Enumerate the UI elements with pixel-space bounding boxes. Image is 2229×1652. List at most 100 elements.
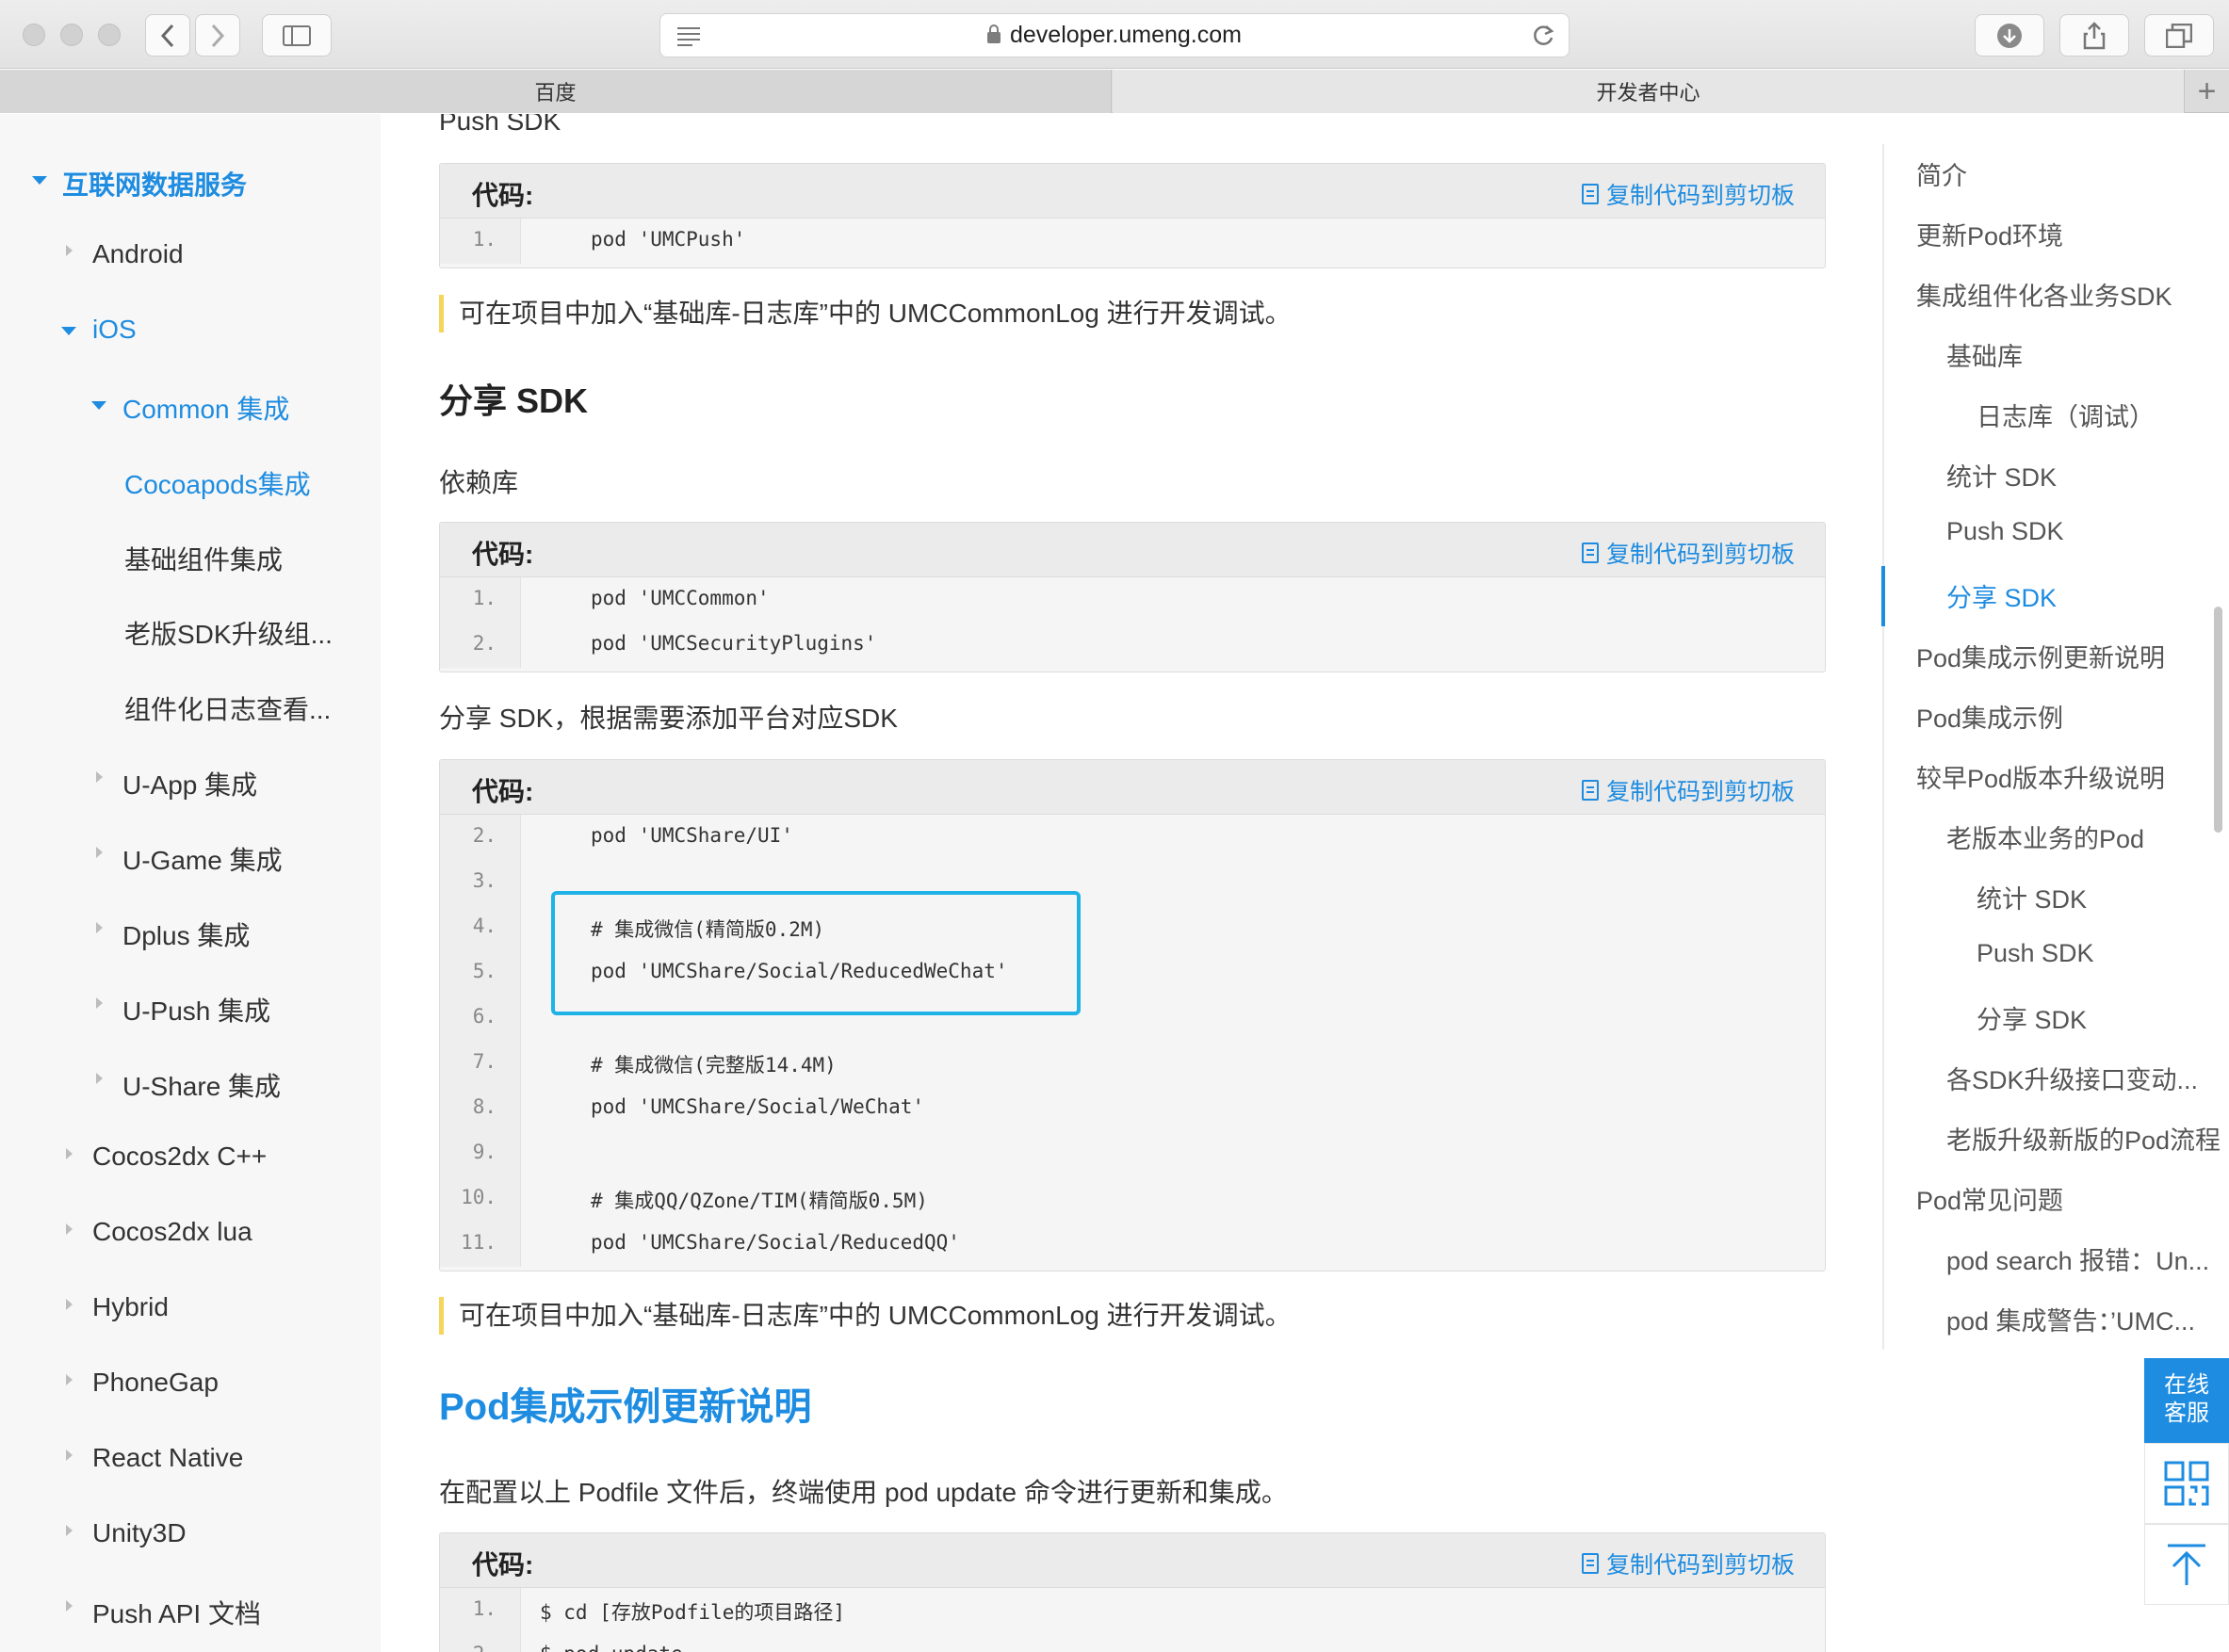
copy-code-button[interactable]: 复制代码到剪切板 (1581, 1547, 1795, 1580)
toc-item[interactable]: 集成组件化各业务SDK (1916, 276, 2172, 313)
line-number: 4. (472, 915, 496, 937)
page-scrollbar[interactable] (2214, 607, 2222, 833)
back-to-top-button[interactable] (2144, 1524, 2229, 1605)
line-number: 1. (472, 228, 496, 251)
line-number: 6. (472, 1005, 496, 1028)
sidebar-item-push-api[interactable]: Push API 文档 (92, 1594, 261, 1631)
sidebar-item-android[interactable]: Android (92, 239, 184, 269)
tab-baidu[interactable]: 百度 (0, 70, 1112, 113)
back-button[interactable] (145, 14, 190, 57)
qr-code-icon (2164, 1461, 2209, 1506)
line-number: 10. (461, 1186, 496, 1208)
toc-item[interactable]: Push SDK (1977, 939, 2094, 968)
sidebar-item-legacy-upgrade[interactable]: 老版SDK升级组... (124, 614, 333, 652)
toc-item[interactable]: Pod集成示例 (1916, 698, 2063, 735)
toc-item[interactable]: pod search 报错：Un... (1946, 1240, 2209, 1277)
expanded-arrow-icon (91, 401, 106, 410)
share-icon (2083, 21, 2106, 49)
qr-code-button[interactable] (2144, 1443, 2229, 1524)
zoom-window-button[interactable] (98, 24, 121, 46)
toc-item[interactable]: 更新Pod环境 (1916, 216, 2063, 252)
sidebar-item-u-game[interactable]: U-Game 集成 (122, 840, 283, 878)
download-icon (1997, 23, 2022, 48)
close-window-button[interactable] (23, 24, 45, 46)
doc-content: Push SDK 代码: 复制代码到剪切板 1. pod 'UMCPush' 可… (381, 114, 1850, 1652)
sidebar-item-dplus[interactable]: Dplus 集成 (122, 915, 250, 953)
sidebar-item-cocoapods[interactable]: Cocoapods集成 (124, 464, 311, 502)
toc-item[interactable]: 各SDK升级接口变动... (1946, 1060, 2198, 1096)
toc-item[interactable]: 简介 (1916, 155, 1967, 192)
tab-developer-center[interactable]: 开发者中心 (1113, 70, 2184, 113)
sidebar-item-ios[interactable]: iOS (92, 315, 137, 345)
sidebar-toggle-button[interactable] (262, 14, 332, 57)
sidebar-item-common[interactable]: Common 集成 (122, 389, 289, 427)
sidebar-item-phonegap[interactable]: PhoneGap (92, 1368, 219, 1398)
lock-icon (987, 24, 1001, 43)
share-button[interactable] (2059, 14, 2129, 57)
toc-item[interactable]: pod 集成警告：’UMC... (1946, 1301, 2195, 1337)
sidebar-item-u-app[interactable]: U-App 集成 (122, 765, 257, 802)
forward-button[interactable] (195, 14, 240, 57)
section-heading-pod-update: Pod集成示例更新说明 (439, 1386, 812, 1428)
toc-item[interactable]: 较早Pod版本升级说明 (1916, 758, 2165, 795)
tabs-overview-button[interactable] (2144, 14, 2214, 57)
address-bar[interactable]: developer.umeng.com (659, 13, 1570, 57)
sidebar-item-basic-components[interactable]: 基础组件集成 (124, 540, 283, 577)
collapsed-arrow-icon (96, 997, 103, 1009)
clipboard-icon (1581, 780, 1599, 801)
reload-icon[interactable] (1531, 24, 1555, 53)
expanded-arrow-icon (32, 176, 47, 185)
toc-item[interactable]: 日志库（调试） (1977, 397, 2155, 433)
minimize-window-button[interactable] (60, 24, 83, 46)
line-number: 1. (472, 1597, 496, 1620)
collapsed-arrow-icon (66, 1600, 73, 1612)
chevron-right-icon (211, 24, 225, 47)
arrow-up-icon (2168, 1544, 2205, 1585)
line-number: 11. (461, 1231, 496, 1254)
toc-item[interactable]: Pod集成示例更新说明 (1916, 638, 2165, 674)
sidebar-item-unity3d[interactable]: Unity3D (92, 1518, 187, 1548)
clipboard-icon (1581, 543, 1599, 563)
sidebar-item-cocos2dx-cpp[interactable]: Cocos2dx C++ (92, 1142, 267, 1172)
toc-item[interactable]: Push SDK (1946, 517, 2064, 546)
code-label: 代码: (472, 1550, 534, 1579)
toc-item-active[interactable]: 分享 SDK (1946, 577, 2057, 614)
sidebar-item-cocos2dx-lua[interactable]: Cocos2dx lua (92, 1217, 252, 1247)
toc-item[interactable]: 老版升级新版的Pod流程 (1946, 1120, 2221, 1157)
table-of-contents: 简介 更新Pod环境 集成组件化各业务SDK 基础库 日志库（调试） 统计 SD… (1881, 144, 2229, 1350)
sidebar-item-react-native[interactable]: React Native (92, 1443, 243, 1473)
tabs-icon (2166, 23, 2192, 48)
toc-item[interactable]: 统计 SDK (1977, 879, 2087, 915)
copy-code-button[interactable]: 复制代码到剪切板 (1581, 773, 1795, 807)
toc-item[interactable]: 分享 SDK (1977, 999, 2087, 1036)
downloads-button[interactable] (1975, 14, 2044, 57)
collapsed-arrow-icon (66, 1525, 73, 1536)
copy-code-button[interactable]: 复制代码到剪切板 (1581, 536, 1795, 570)
code-line: 1. $ cd [存放Podfile的项目路径] (440, 1588, 1825, 1633)
code-line: 2. pod 'UMCShare/UI' (440, 815, 1825, 860)
code-block-header: 代码: 复制代码到剪切板 (440, 523, 1825, 577)
code-text: pod 'UMCCommon' (591, 587, 770, 609)
sidebar-section-title[interactable]: 互联网数据服务 (62, 165, 247, 202)
code-text: pod 'UMCShare/Social/ReducedQQ' (591, 1231, 960, 1254)
reader-view-icon[interactable] (675, 25, 702, 51)
toc-item[interactable]: Pod常见问题 (1916, 1180, 2063, 1217)
code-text: $ pod update (540, 1643, 683, 1652)
collapsed-arrow-icon (66, 1223, 73, 1235)
copy-code-button[interactable]: 复制代码到剪切板 (1581, 177, 1795, 211)
sidebar-item-u-share[interactable]: U-Share 集成 (122, 1066, 281, 1104)
clipboard-icon (1581, 184, 1599, 204)
online-service-button[interactable]: 在线 客服 (2144, 1358, 2229, 1443)
toc-item[interactable]: 老版本业务的Pod (1946, 818, 2144, 855)
collapsed-arrow-icon (66, 1148, 73, 1159)
line-number: 2. (472, 632, 496, 655)
sidebar-item-hybrid[interactable]: Hybrid (92, 1292, 169, 1322)
code-text: pod 'UMCShare/Social/WeChat' (591, 1095, 925, 1118)
sidebar-item-u-push[interactable]: U-Push 集成 (122, 991, 270, 1028)
copy-code-label: 复制代码到剪切板 (1605, 183, 1795, 209)
code-line: 2. pod 'UMCSecurityPlugins' (440, 623, 1825, 668)
toc-item[interactable]: 统计 SDK (1946, 457, 2057, 494)
toc-item[interactable]: 基础库 (1946, 336, 2023, 373)
sidebar-item-log-view[interactable]: 组件化日志查看... (124, 689, 331, 727)
new-tab-button[interactable]: + (2184, 70, 2229, 113)
